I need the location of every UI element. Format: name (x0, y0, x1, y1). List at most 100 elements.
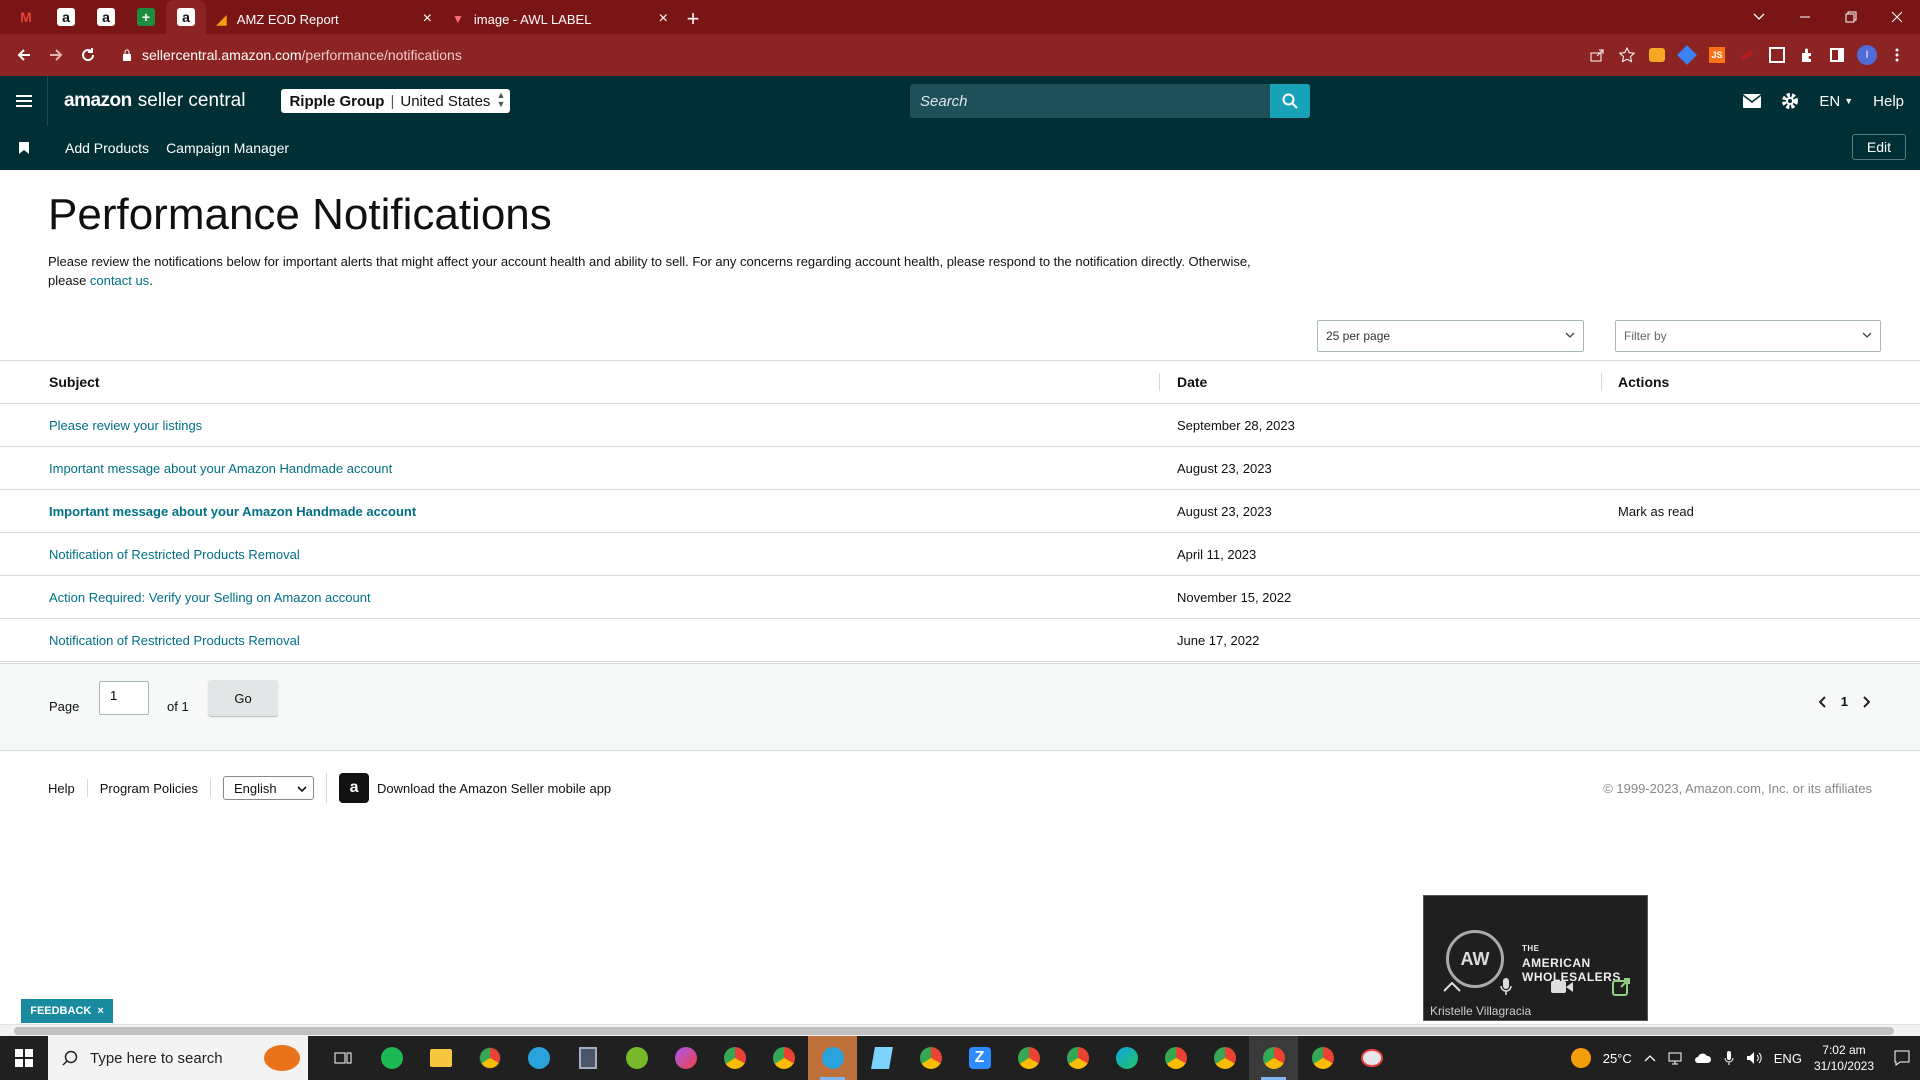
notification-subject-link[interactable]: Notification of Restricted Products Remo… (49, 633, 300, 648)
close-window-icon[interactable] (1874, 0, 1920, 34)
file-explorer-icon[interactable] (416, 1036, 465, 1080)
chrome-profile-icon[interactable] (1298, 1036, 1347, 1080)
restore-icon[interactable] (1828, 0, 1874, 34)
forward-button[interactable] (40, 39, 72, 71)
windows-start-icon[interactable] (0, 1036, 48, 1080)
chrome-icon[interactable] (1151, 1036, 1200, 1080)
microphone-tray-icon[interactable] (1724, 1051, 1734, 1065)
video-call-overlay[interactable]: AW THE AMERICAN WHOLESALERS Kristelle Vill… (1423, 895, 1648, 1021)
amazon-seller-central-logo[interactable]: amazon seller central (64, 90, 245, 112)
notepad-icon[interactable] (857, 1036, 906, 1080)
bookmark-icon[interactable] (0, 142, 48, 154)
side-panel-icon[interactable] (1822, 40, 1852, 70)
back-button[interactable] (8, 39, 40, 71)
nav-add-products[interactable]: Add Products (65, 140, 149, 156)
new-tab-button[interactable]: + (678, 4, 708, 34)
tab-awl-label[interactable]: ▼ image - AWL LABEL × (442, 4, 678, 34)
gear-icon[interactable] (1781, 92, 1799, 110)
close-icon[interactable]: × (423, 11, 432, 27)
utorrent-icon[interactable] (612, 1036, 661, 1080)
weather-icon[interactable] (1570, 1048, 1591, 1068)
chrome-profile-icon[interactable] (1053, 1036, 1102, 1080)
share-icon[interactable] (1582, 40, 1612, 70)
zoom-icon[interactable]: Z (955, 1036, 1004, 1080)
account-switcher[interactable]: Ripple Group | United States ▲ ▼ (281, 89, 511, 113)
input-language[interactable]: ENG (1774, 1051, 1802, 1066)
microphone-icon[interactable] (1500, 978, 1512, 996)
footer-language-select[interactable]: English (223, 776, 315, 800)
spotify-icon[interactable] (367, 1036, 416, 1080)
onedrive-icon[interactable] (1694, 1052, 1712, 1064)
download-app-link[interactable]: a Download the Amazon Seller mobile app (326, 773, 611, 803)
chrome-profile-icon[interactable] (906, 1036, 955, 1080)
chrome-icon[interactable] (465, 1036, 514, 1080)
chevron-left-icon[interactable] (1818, 695, 1827, 708)
mark-as-read-button[interactable]: Mark as read (1618, 504, 1694, 519)
language-selector[interactable]: EN ▼ (1819, 93, 1853, 110)
taskbar-search[interactable]: Type here to search (48, 1036, 308, 1080)
horizontal-scrollbar[interactable] (0, 1024, 1920, 1036)
expand-icon[interactable] (1611, 978, 1630, 996)
chrome-profile-icon[interactable] (759, 1036, 808, 1080)
camera-icon[interactable] (1550, 980, 1573, 994)
per-page-select[interactable]: 25 per page (1317, 320, 1584, 352)
scrollbar-thumb[interactable] (14, 1027, 1894, 1035)
task-view-icon[interactable] (318, 1036, 367, 1080)
pinned-tab-amazon-2[interactable]: a (86, 0, 126, 34)
column-header-date[interactable]: Date (1160, 361, 1602, 403)
minimize-icon[interactable] (1782, 0, 1828, 34)
pinned-tab-sheets[interactable]: + (126, 0, 166, 34)
help-link[interactable]: Help (1873, 93, 1904, 110)
chevron-up-icon[interactable] (1443, 982, 1462, 992)
go-button[interactable]: Go (208, 680, 278, 716)
notification-subject-link[interactable]: Please review your listings (49, 418, 202, 433)
pinned-tab-gmail[interactable]: M (6, 0, 46, 34)
pinned-tab-amazon-1[interactable]: a (46, 0, 86, 34)
extension-puzzle-blue-icon[interactable] (1672, 40, 1702, 70)
temperature[interactable]: 25°C (1603, 1051, 1632, 1066)
telegram-active-icon[interactable] (808, 1036, 857, 1080)
tab-amz-eod-report[interactable]: ◢ AMZ EOD Report × (206, 4, 442, 34)
extensions-puzzle-icon[interactable] (1792, 40, 1822, 70)
edge-icon[interactable] (1102, 1036, 1151, 1080)
chrome-active-icon[interactable] (1249, 1036, 1298, 1080)
hamburger-menu-icon[interactable] (0, 76, 48, 126)
telegram-icon[interactable] (514, 1036, 563, 1080)
volume-icon[interactable] (1746, 1051, 1762, 1065)
reload-button[interactable] (72, 39, 104, 71)
footer-program-policies-link[interactable]: Program Policies (88, 779, 212, 797)
notification-center-icon[interactable] (1894, 1050, 1910, 1066)
chevron-right-icon[interactable] (1862, 695, 1870, 708)
chrome-profile-icon[interactable] (1200, 1036, 1249, 1080)
bookmark-star-icon[interactable] (1612, 40, 1642, 70)
extension-note-icon[interactable] (1762, 40, 1792, 70)
pinned-tab-amazon-active[interactable]: a (166, 0, 206, 34)
messenger-icon[interactable] (661, 1036, 710, 1080)
notification-subject-link[interactable]: Action Required: Verify your Selling on … (49, 590, 371, 605)
extension-arrow-icon[interactable] (1732, 40, 1762, 70)
chrome-profile-icon[interactable] (1004, 1036, 1053, 1080)
page-number-input[interactable] (99, 681, 149, 715)
notification-subject-link[interactable]: Notification of Restricted Products Remo… (49, 547, 300, 562)
feedback-button[interactable]: FEEDBACK × (21, 999, 113, 1023)
search-input[interactable] (910, 84, 1270, 118)
current-page[interactable]: 1 (1841, 694, 1848, 709)
tab-search-icon[interactable] (1736, 0, 1782, 34)
profile-avatar[interactable]: I (1852, 40, 1882, 70)
nav-campaign-manager[interactable]: Campaign Manager (166, 140, 289, 156)
extension-honey-icon[interactable] (1642, 40, 1672, 70)
extension-js-icon[interactable]: JS (1702, 40, 1732, 70)
footer-help-link[interactable]: Help (0, 779, 88, 797)
close-icon[interactable]: × (97, 1005, 103, 1017)
edit-button[interactable]: Edit (1851, 134, 1906, 160)
notification-subject-link-unread[interactable]: Important message about your Amazon Hand… (49, 504, 416, 519)
close-icon[interactable]: × (659, 11, 668, 27)
chrome-profile-icon[interactable] (710, 1036, 759, 1080)
system-clock[interactable]: 7:02 am 31/10/2023 (1814, 1042, 1874, 1074)
chevron-up-icon[interactable] (1644, 1054, 1656, 1062)
notification-subject-link[interactable]: Important message about your Amazon Hand… (49, 461, 392, 476)
network-icon[interactable] (1668, 1051, 1682, 1065)
search-button[interactable] (1270, 84, 1310, 118)
contact-us-link[interactable]: contact us (90, 273, 149, 288)
filter-select[interactable]: Filter by (1615, 320, 1881, 352)
